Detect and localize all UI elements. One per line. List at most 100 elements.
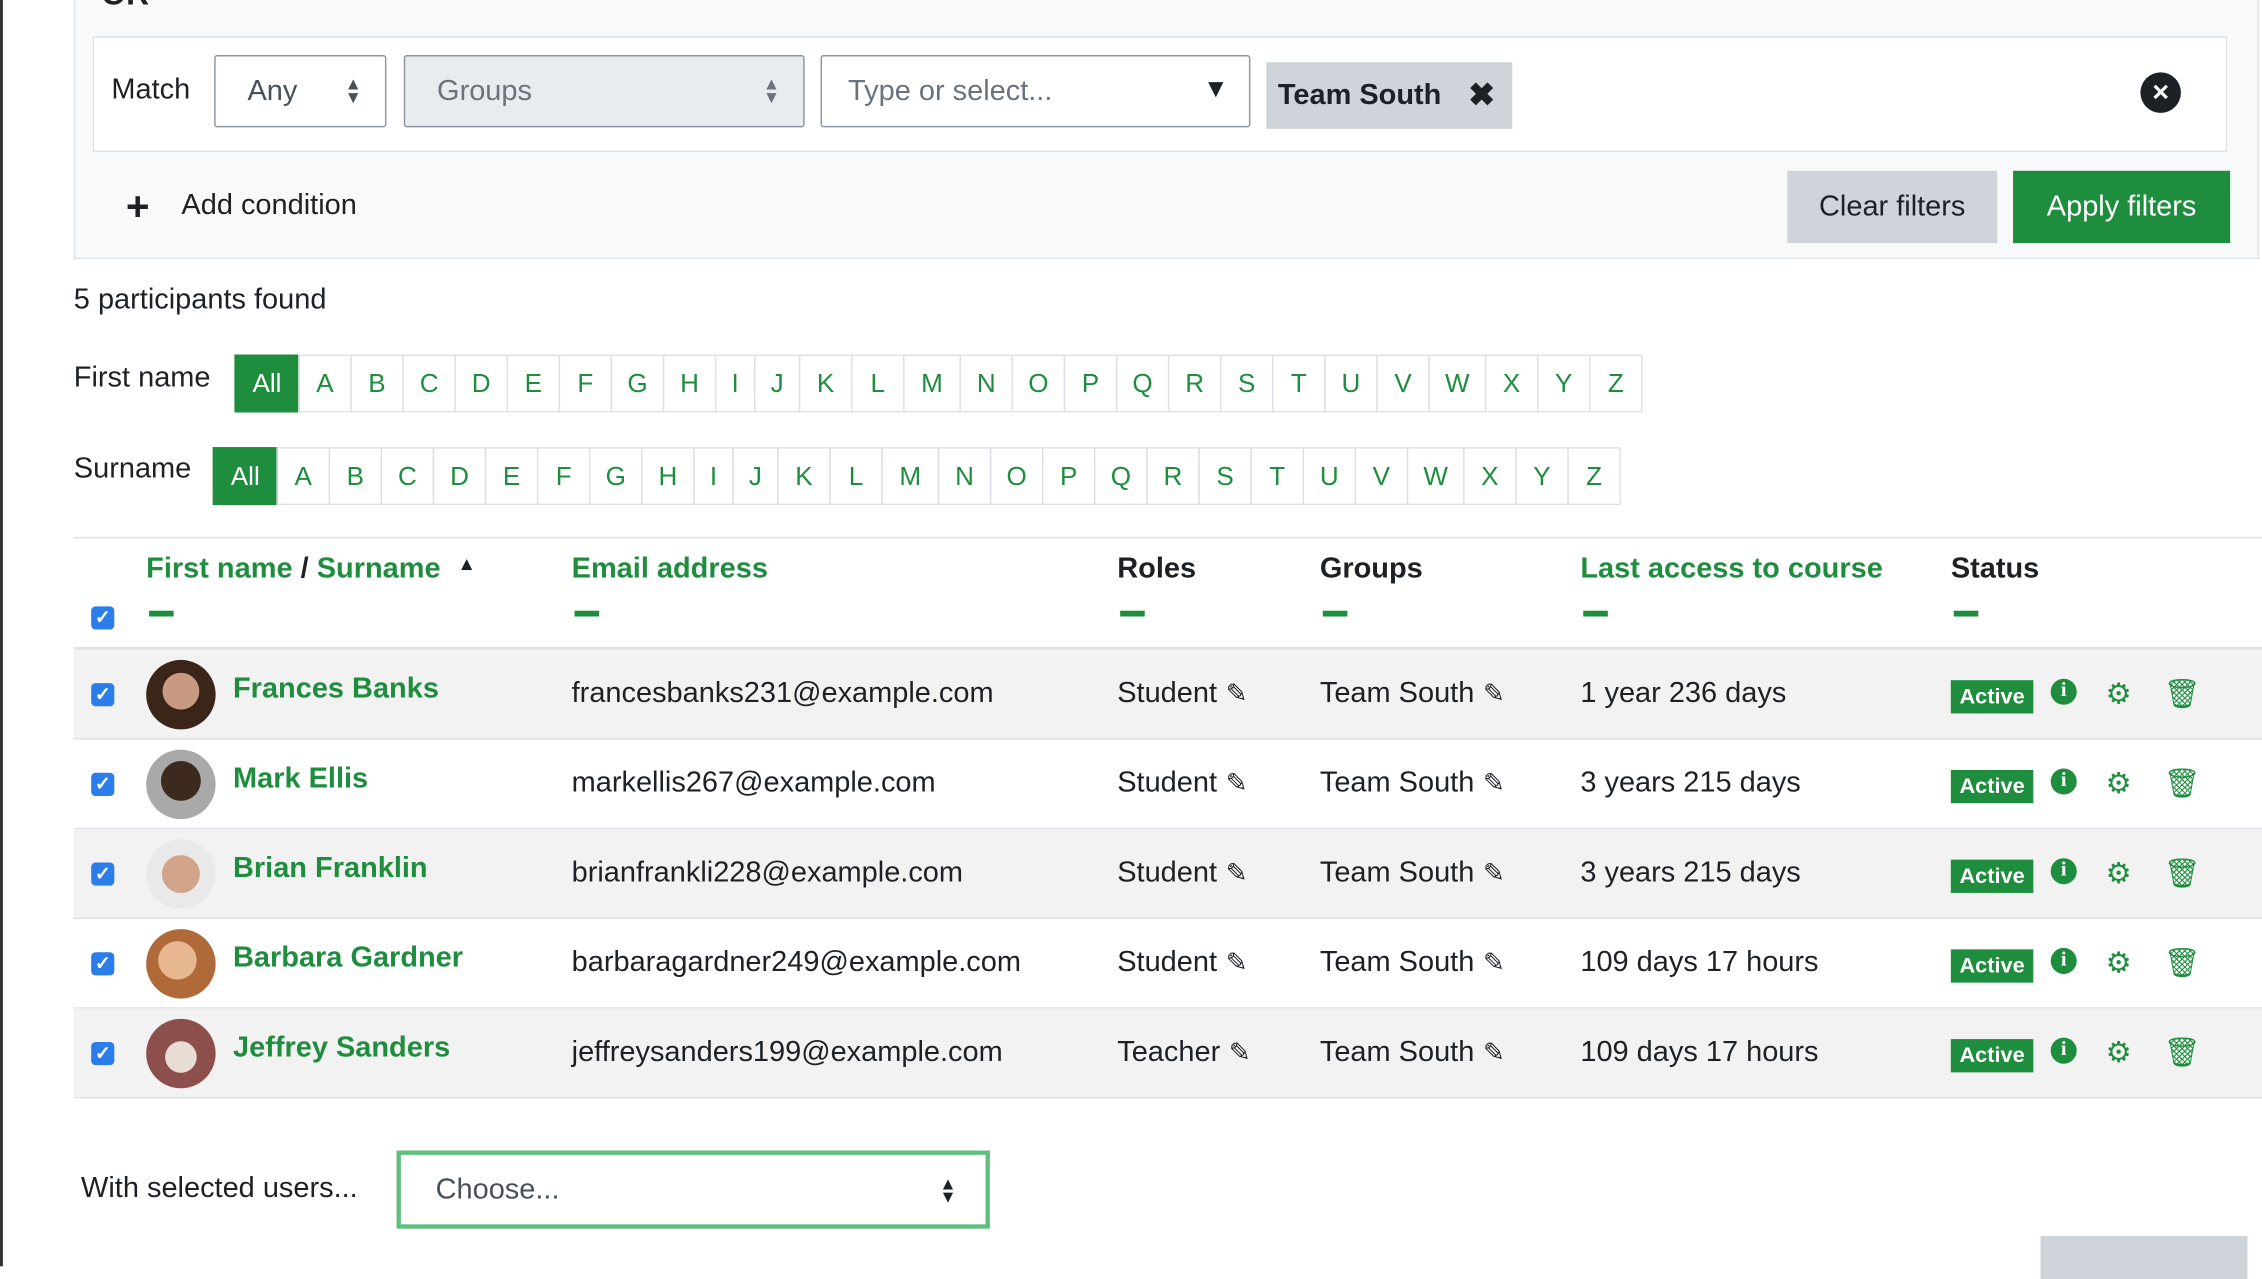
filter-value-input[interactable]: Type or select... ▼ (820, 54, 1251, 128)
firstname-initial-s[interactable]: S (1219, 354, 1274, 413)
filter-type-select[interactable]: Groups ▲ ▼ (403, 54, 805, 128)
gear-icon[interactable]: ⚙ (2106, 1035, 2132, 1071)
surname-initial-l[interactable]: L (829, 447, 883, 506)
info-icon[interactable]: i (2050, 858, 2077, 885)
match-select[interactable]: Any ▲ ▼ (214, 54, 387, 128)
firstname-initial-r[interactable]: R (1167, 354, 1222, 413)
gear-icon[interactable]: ⚙ (2106, 945, 2132, 981)
gear-icon[interactable]: ⚙ (2106, 855, 2132, 891)
firstname-initial-m[interactable]: M (903, 354, 961, 413)
row-checkbox[interactable]: ✓ (91, 683, 115, 707)
firstname-initial-j[interactable]: J (753, 354, 801, 413)
last-access-column-header[interactable]: Last access to course (1580, 553, 1883, 617)
add-condition-button[interactable]: + Add condition (126, 185, 357, 226)
row-checkbox[interactable]: ✓ (91, 952, 115, 976)
participant-name-link[interactable]: Mark Ellis (233, 763, 368, 796)
firstname-initial-k[interactable]: K (798, 354, 853, 413)
surname-initial-p[interactable]: P (1041, 447, 1096, 506)
trash-icon[interactable]: 🗑 (2164, 1035, 2201, 1071)
select-all-checkbox[interactable]: ✓ (91, 606, 115, 630)
surname-initial-i[interactable]: I (693, 447, 734, 506)
firstname-initial-o[interactable]: O (1011, 354, 1066, 413)
firstname-initial-h[interactable]: H (662, 354, 717, 413)
email-column-header[interactable]: Email address (572, 553, 768, 617)
surname-initial-x[interactable]: X (1463, 447, 1517, 506)
surname-initial-h[interactable]: H (641, 447, 695, 506)
selected-group-chip[interactable]: Team South ✖ (1266, 62, 1513, 129)
firstname-initial-a[interactable]: A (298, 354, 352, 413)
surname-initial-j[interactable]: J (732, 447, 779, 506)
firstname-initial-w[interactable]: W (1428, 354, 1487, 413)
surname-initial-m[interactable]: M (881, 447, 940, 506)
firstname-initial-u[interactable]: U (1324, 354, 1378, 413)
surname-initial-g[interactable]: G (589, 447, 643, 506)
collapse-column-icon[interactable] (574, 610, 600, 617)
edit-pencil-icon[interactable]: ✎ (1483, 948, 1505, 978)
sort-firstname-link[interactable]: First name (146, 553, 292, 585)
sort-surname-link[interactable]: Surname (317, 553, 441, 585)
dropdown-triangle-icon[interactable]: ▼ (1203, 74, 1229, 104)
firstname-initial-d[interactable]: D (454, 354, 508, 413)
info-icon[interactable]: i (2050, 678, 2077, 705)
surname-initial-a[interactable]: A (276, 447, 330, 506)
surname-initial-e[interactable]: E (484, 447, 539, 506)
surname-initial-c[interactable]: C (380, 447, 435, 506)
surname-initial-d[interactable]: D (432, 447, 487, 506)
edit-pencil-icon[interactable]: ✎ (1483, 768, 1505, 798)
firstname-initial-b[interactable]: B (350, 354, 404, 413)
row-checkbox[interactable]: ✓ (91, 862, 115, 886)
info-icon[interactable]: i (2050, 1037, 2077, 1064)
gear-icon[interactable]: ⚙ (2106, 676, 2132, 712)
clear-filters-button[interactable]: Clear filters (1787, 170, 1998, 244)
collapse-column-icon[interactable] (1953, 610, 1979, 617)
remove-chip-icon[interactable]: ✖ (1468, 77, 1495, 115)
surname-initial-w[interactable]: W (1406, 447, 1465, 506)
edit-pencil-icon[interactable]: ✎ (1226, 768, 1248, 798)
firstname-initial-x[interactable]: X (1484, 354, 1539, 413)
trash-icon[interactable]: 🗑 (2164, 945, 2201, 981)
surname-initial-all[interactable]: All (212, 447, 278, 506)
participant-name-link[interactable]: Frances Banks (233, 673, 439, 706)
participant-name-link[interactable]: Barbara Gardner (233, 942, 463, 975)
surname-initial-y[interactable]: Y (1515, 447, 1569, 506)
edit-pencil-icon[interactable]: ✎ (1483, 858, 1505, 888)
apply-filters-button[interactable]: Apply filters (2013, 170, 2231, 244)
edit-pencil-icon[interactable]: ✎ (1226, 679, 1248, 709)
surname-initial-k[interactable]: K (777, 447, 831, 506)
edit-pencil-icon[interactable]: ✎ (1226, 858, 1248, 888)
bulk-action-select[interactable]: Choose... ▲ ▼ (396, 1150, 990, 1229)
surname-initial-o[interactable]: O (989, 447, 1044, 506)
firstname-initial-y[interactable]: Y (1536, 354, 1591, 413)
trash-icon[interactable]: 🗑 (2164, 766, 2201, 802)
firstname-initial-c[interactable]: C (402, 354, 456, 413)
firstname-initial-t[interactable]: T (1272, 354, 1326, 413)
gear-icon[interactable]: ⚙ (2106, 766, 2132, 802)
surname-initial-z[interactable]: Z (1567, 447, 1621, 506)
surname-initial-u[interactable]: U (1302, 447, 1357, 506)
firstname-initial-e[interactable]: E (506, 354, 561, 413)
avatar[interactable] (146, 749, 216, 820)
remove-row-icon[interactable]: × (2140, 72, 2181, 113)
surname-initial-f[interactable]: F (536, 447, 591, 506)
collapse-column-icon[interactable] (149, 610, 174, 617)
avatar[interactable] (146, 929, 216, 999)
surname-initial-t[interactable]: T (1250, 447, 1304, 506)
firstname-initial-n[interactable]: N (959, 354, 1014, 413)
participant-name-link[interactable]: Jeffrey Sanders (233, 1032, 450, 1065)
trash-icon[interactable]: 🗑 (2164, 855, 2201, 891)
surname-initial-r[interactable]: R (1146, 447, 1200, 506)
firstname-initial-all[interactable]: All (234, 354, 300, 413)
avatar[interactable] (146, 1018, 216, 1089)
info-icon[interactable]: i (2050, 768, 2077, 795)
surname-initial-b[interactable]: B (328, 447, 383, 506)
firstname-initial-z[interactable]: Z (1589, 354, 1643, 413)
row-checkbox[interactable]: ✓ (91, 772, 115, 796)
collapse-column-icon[interactable] (1120, 610, 1145, 617)
firstname-initial-l[interactable]: L (850, 354, 905, 413)
enrol-users-button[interactable] (2040, 1235, 2248, 1279)
avatar[interactable] (146, 659, 216, 730)
edit-pencil-icon[interactable]: ✎ (1483, 1038, 1505, 1068)
participant-name-link[interactable]: Brian Franklin (233, 852, 428, 885)
row-checkbox[interactable]: ✓ (91, 1041, 115, 1066)
edit-pencil-icon[interactable]: ✎ (1226, 948, 1248, 978)
